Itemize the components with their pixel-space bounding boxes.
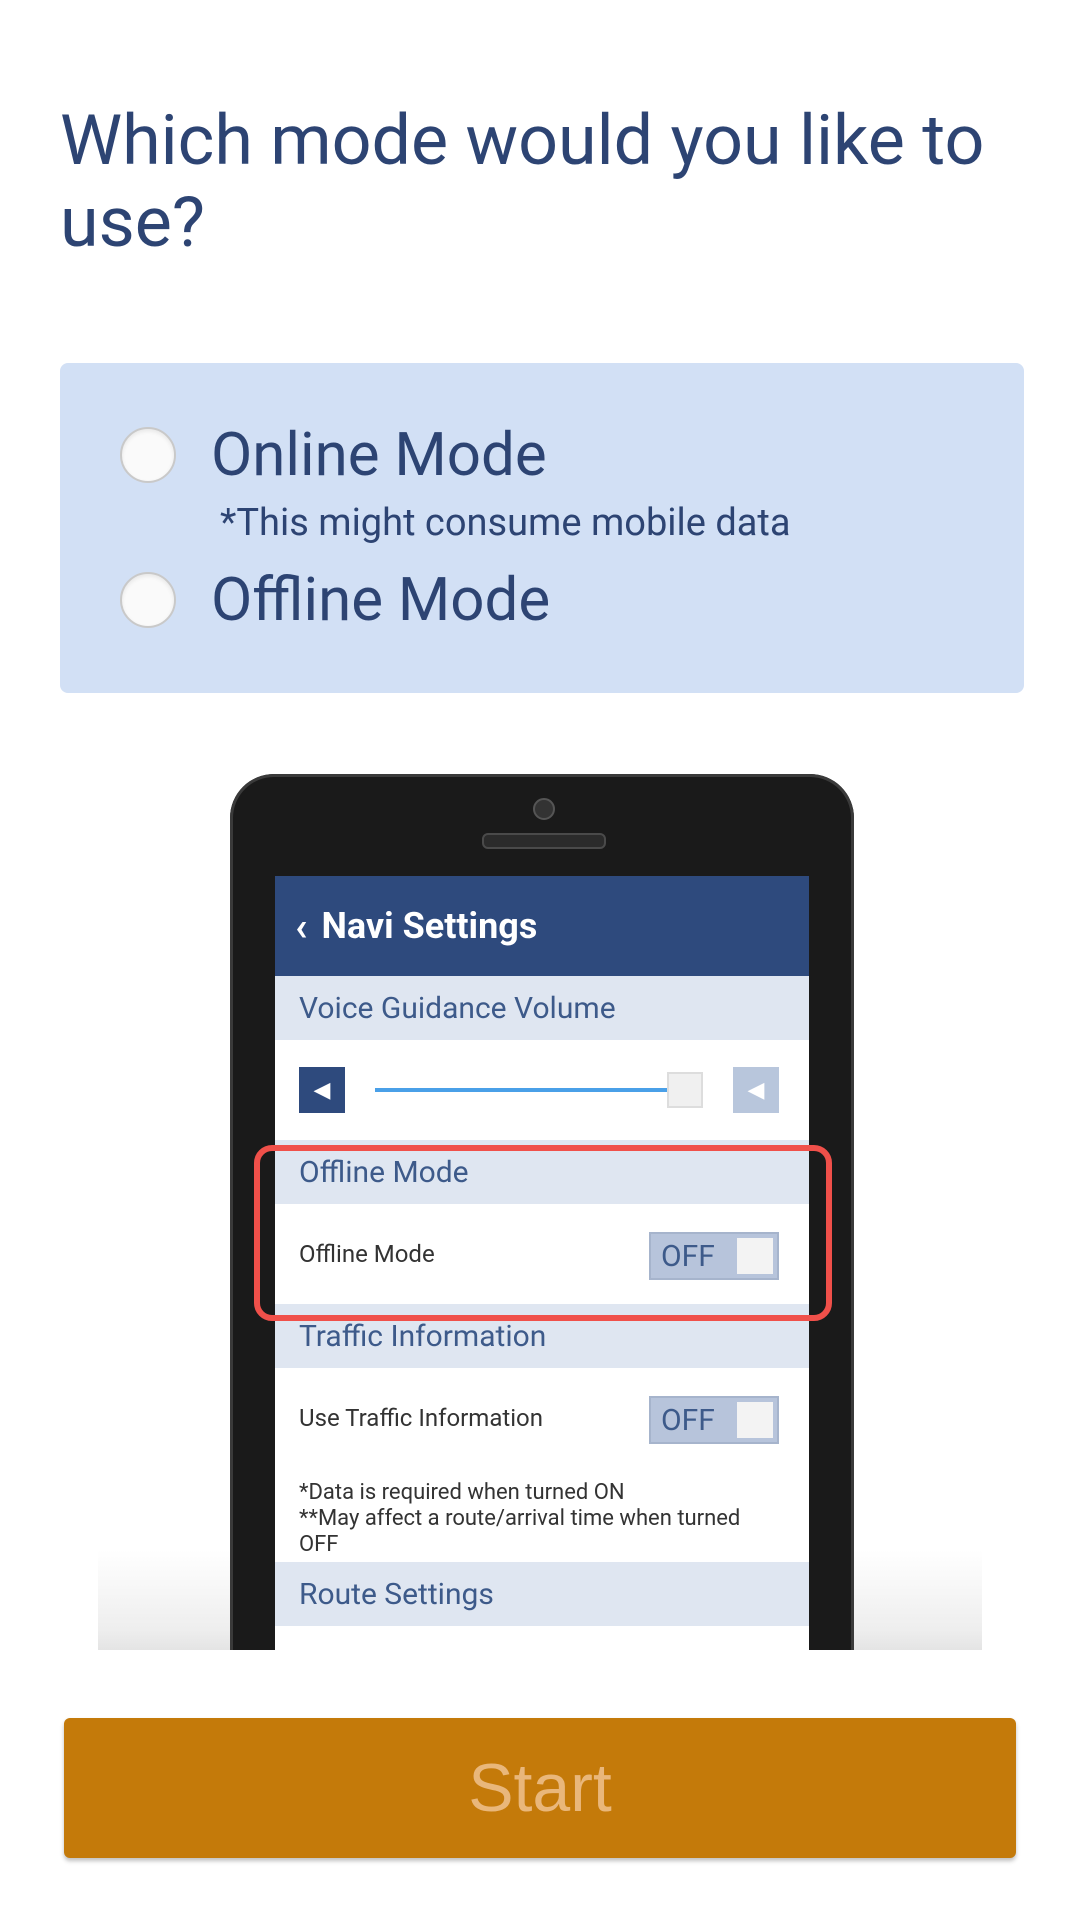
traffic-toggle-knob [737,1402,773,1438]
traffic-row-label: Use Traffic Information [299,1404,543,1432]
traffic-toggle-text: OFF [661,1402,715,1438]
phone-illustration: ‹ Navi Settings Voice Guidance Volume ◀ … [98,770,982,1650]
online-label: Online Mode [211,419,547,490]
offline-radio[interactable] [120,572,176,628]
question-heading: Which mode would you like to use? [60,100,985,264]
volume-up-icon: ◀ [733,1067,779,1113]
traffic-row: Use Traffic Information OFF [275,1368,809,1468]
option-online[interactable]: Online Mode [120,420,547,490]
mode-options-panel: Online Mode *This might consume mobile d… [60,363,1024,693]
voice-section: Voice Guidance Volume [275,976,809,1040]
traffic-note-1: *Data is required when turned ON [299,1480,625,1505]
volume-track [375,1088,675,1092]
volume-knob [667,1072,703,1108]
offline-label: Offline Mode [211,564,551,635]
offline-highlight-frame [254,1145,832,1321]
option-offline[interactable]: Offline Mode [120,565,550,635]
screen-header-title: Navi Settings [321,905,538,947]
volume-down-icon: ◀ [299,1067,345,1113]
traffic-note-2: **May affect a route/arrival time when t… [299,1506,741,1557]
phone-speaker [482,833,606,849]
screen-header: ‹ Navi Settings [275,876,809,976]
volume-row: ◀ ◀ [275,1040,809,1140]
phone-camera [533,798,555,820]
start-button[interactable]: Start [64,1718,1016,1858]
traffic-toggle: OFF [649,1396,779,1444]
traffic-note: *Data is required when turned ON **May a… [275,1468,809,1562]
online-note: *This might consume mobile data [220,501,791,545]
back-chevron-icon: ‹ [295,902,308,950]
route-section: Route Settings [275,1562,809,1626]
online-radio[interactable] [120,427,176,483]
